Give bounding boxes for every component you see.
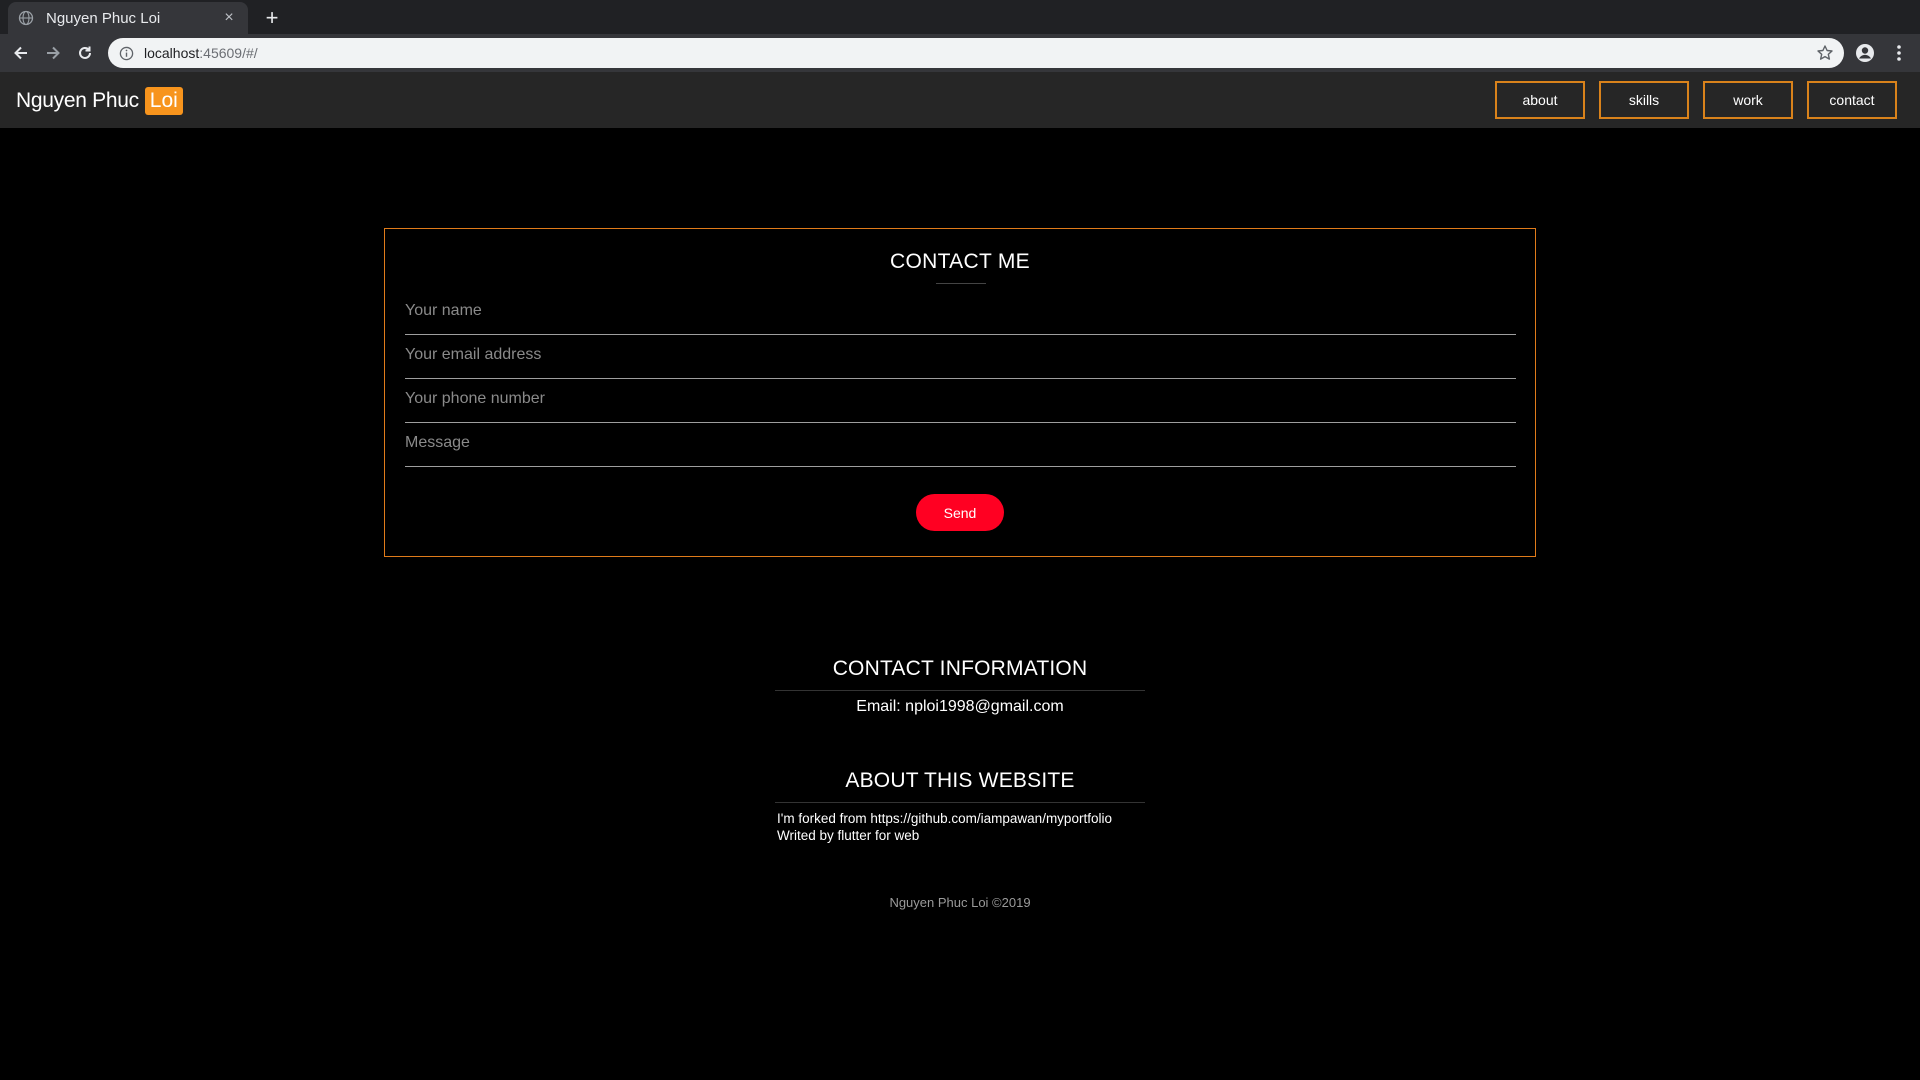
form-title: CONTACT ME bbox=[890, 250, 1030, 273]
url-host: localhost bbox=[144, 45, 200, 61]
phone-field[interactable]: Your phone number bbox=[405, 379, 1516, 423]
site-header: Nguyen Phuc Loi about skills work contac… bbox=[0, 72, 1920, 128]
globe-icon bbox=[18, 10, 34, 26]
title-divider bbox=[936, 283, 986, 284]
email-field[interactable]: Your email address bbox=[405, 335, 1516, 379]
more-vert-icon[interactable] bbox=[1888, 42, 1910, 64]
nav-contact-button[interactable]: contact bbox=[1807, 81, 1897, 119]
message-placeholder: Message bbox=[405, 434, 470, 451]
email-placeholder: Your email address bbox=[405, 346, 542, 363]
message-field[interactable]: Message bbox=[405, 423, 1516, 467]
contact-info-divider bbox=[775, 690, 1145, 691]
info-icon[interactable] bbox=[118, 45, 134, 61]
browser-tab-bar: Nguyen Phuc Loi × + bbox=[0, 0, 1920, 34]
address-bar[interactable]: localhost:45609/#/ bbox=[108, 38, 1844, 68]
browser-tab[interactable]: Nguyen Phuc Loi × bbox=[8, 2, 248, 34]
star-icon[interactable] bbox=[1816, 44, 1834, 62]
brand-logo[interactable]: Nguyen Phuc Loi bbox=[16, 84, 183, 118]
about-line-1: I'm forked from https://github.com/iampa… bbox=[777, 811, 1112, 826]
contact-email: Email: nploi1998@gmail.com bbox=[856, 698, 1064, 715]
nav-about-button[interactable]: about bbox=[1495, 81, 1585, 119]
about-line-2: Writed by flutter for web bbox=[777, 828, 920, 843]
about-site-divider bbox=[775, 802, 1145, 803]
account-icon[interactable] bbox=[1854, 42, 1876, 64]
contact-info-title: CONTACT INFORMATION bbox=[832, 657, 1088, 680]
send-button[interactable]: Send bbox=[916, 494, 1004, 531]
contact-form: CONTACT ME Your name Your email address … bbox=[384, 228, 1536, 557]
nav-skills-button[interactable]: skills bbox=[1599, 81, 1689, 119]
nav-work-button[interactable]: work bbox=[1703, 81, 1793, 119]
brand-highlight: Loi bbox=[144, 87, 183, 115]
back-arrow-icon[interactable] bbox=[8, 40, 34, 66]
about-site-text: I'm forked from https://github.com/iampa… bbox=[777, 810, 1112, 844]
plus-icon[interactable]: + bbox=[258, 4, 286, 32]
about-site-title: ABOUT THIS WEBSITE bbox=[845, 769, 1075, 792]
url-text: localhost:45609/#/ bbox=[144, 45, 258, 61]
browser-toolbar: localhost:45609/#/ bbox=[0, 34, 1920, 72]
forward-arrow-icon[interactable] bbox=[40, 40, 66, 66]
url-path: :45609/#/ bbox=[199, 45, 258, 61]
name-field[interactable]: Your name bbox=[405, 291, 1516, 335]
tab-title: Nguyen Phuc Loi bbox=[46, 9, 161, 27]
close-icon[interactable]: × bbox=[220, 9, 238, 27]
reload-icon[interactable] bbox=[72, 40, 98, 66]
brand-name: Nguyen Phuc bbox=[16, 89, 139, 112]
phone-placeholder: Your phone number bbox=[405, 390, 545, 407]
name-placeholder: Your name bbox=[405, 302, 482, 319]
footer-copyright: Nguyen Phuc Loi ©2019 bbox=[889, 895, 1031, 910]
